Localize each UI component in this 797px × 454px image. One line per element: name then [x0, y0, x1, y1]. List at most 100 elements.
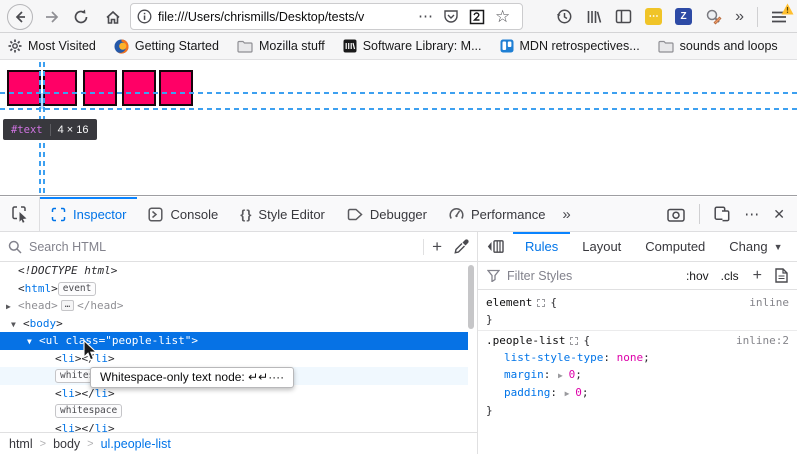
selector-highlighter-icon[interactable] — [570, 337, 578, 345]
bookmark-getting-started[interactable]: Getting Started — [114, 39, 219, 54]
tab-performance[interactable]: Performance — [438, 197, 556, 231]
sidebar-collapse-icon[interactable] — [478, 232, 513, 261]
close-devtools-icon[interactable]: ✕ — [773, 207, 785, 221]
property-value[interactable]: 0 — [575, 386, 582, 399]
breadcrumb[interactable]: html>body>ul.people-list — [0, 432, 477, 454]
nav-toolbar: file:///Users/chrismills/Desktop/tests/v… — [0, 0, 797, 33]
expand-value-icon[interactable]: ▶ — [565, 389, 575, 398]
markup-row[interactable]: ▶<head>…</head> — [0, 297, 468, 315]
markup-token: < — [23, 317, 30, 330]
bookmark-software-library[interactable]: Software Library: M... — [343, 39, 482, 53]
tab-computed[interactable]: Computed — [633, 232, 717, 261]
markup-scrollbar[interactable] — [468, 265, 474, 329]
sidebar-tabs: Rules Layout Computed Chang ▼ — [478, 232, 797, 262]
markup-view[interactable]: <!DOCTYPE html><html>event▶<head>…</head… — [0, 262, 477, 432]
zotero-icon[interactable]: Z — [675, 8, 692, 25]
page-viewport: #text 4 × 16 — [0, 60, 797, 195]
markup-token: > — [51, 282, 58, 295]
markup-row[interactable]: ▼<body> — [0, 315, 468, 333]
bookmarks-toolbar: Most Visited Getting Started Mozilla stu… — [0, 33, 797, 60]
style-editor-icon: { } — [240, 207, 251, 222]
sidebar-toggle-icon[interactable] — [615, 9, 632, 24]
expand-value-icon[interactable]: ▶ — [558, 371, 568, 380]
pseudo-class-button[interactable]: :hov — [686, 269, 709, 283]
rule-source-link[interactable]: inline — [749, 294, 789, 311]
tab-inspector[interactable]: Inspector — [40, 197, 137, 231]
markup-token: body — [30, 317, 57, 330]
url-text[interactable]: file:///Users/chrismills/Desktop/tests/v — [158, 10, 416, 24]
eyedropper-icon[interactable] — [454, 239, 469, 254]
css-rule[interactable]: .people-list { inline:2list-style-type: no… — [478, 330, 797, 421]
add-rule-button[interactable]: + — [753, 267, 762, 285]
page-actions-icon[interactable]: ⋯ — [418, 9, 433, 24]
search-html-bar[interactable]: Search HTML + — [0, 232, 477, 262]
tab-style-editor[interactable]: { } Style Editor — [229, 197, 336, 231]
reload-button[interactable] — [68, 4, 94, 30]
devtools-menu-icon[interactable]: ⋯ — [744, 207, 759, 222]
breadcrumb-item[interactable]: html — [9, 437, 33, 451]
markup-row[interactable]: <!DOCTYPE html> — [0, 262, 468, 280]
css-declaration[interactable]: margin: ▶ 0; — [486, 366, 789, 384]
markup-row-selected[interactable]: ▼<ul class="people-list"> — [0, 332, 468, 350]
url-bar[interactable]: file:///Users/chrismills/Desktop/tests/v… — [130, 3, 523, 30]
collapse-arrow-icon[interactable]: ▼ — [11, 316, 23, 334]
tab-rules[interactable]: Rules — [513, 232, 570, 261]
markup-token: ></ — [75, 387, 95, 400]
responsive-design-icon[interactable] — [714, 206, 730, 222]
tab-layout[interactable]: Layout — [570, 232, 633, 261]
search-edit-extension-icon[interactable] — [705, 8, 722, 25]
screenshot-extension-icon[interactable] — [469, 9, 485, 25]
breadcrumb-item[interactable]: body — [53, 437, 80, 451]
rules-view[interactable]: element{inline}.people-list{inline:2list… — [478, 290, 797, 454]
bookmark-mdn-retrospectives[interactable]: MDN retrospectives... — [500, 39, 640, 53]
bookmark-mozilla-stuff[interactable]: Mozilla stuff — [237, 39, 325, 53]
node-badge[interactable]: whitespace — [55, 404, 122, 418]
property-name[interactable]: padding — [504, 386, 550, 399]
tab-changes[interactable]: Chang — [717, 232, 779, 261]
tab-console[interactable]: Console — [137, 197, 229, 231]
toolbar-overflow-icon[interactable]: » — [735, 9, 744, 25]
class-toggle-button[interactable]: .cls — [721, 269, 739, 283]
expand-arrow-icon[interactable]: ▶ — [6, 298, 18, 316]
print-media-icon[interactable] — [775, 268, 788, 283]
bookmark-sounds-and-loops[interactable]: sounds and loops — [658, 39, 778, 53]
css-declaration[interactable]: padding: ▶ 0; — [486, 384, 789, 402]
pick-element-button[interactable] — [0, 197, 40, 231]
add-node-button[interactable]: + — [432, 237, 442, 257]
tab-debugger[interactable]: Debugger — [336, 197, 438, 231]
markup-row[interactable]: <li></li> — [0, 420, 468, 433]
breadcrumb-item[interactable]: ul.people-list — [101, 437, 171, 451]
property-value[interactable]: none — [617, 351, 644, 364]
selector-highlighter-icon[interactable] — [537, 299, 545, 307]
node-badge[interactable]: event — [58, 282, 97, 296]
bookmark-star-icon[interactable]: ☆ — [495, 8, 510, 25]
collapse-arrow-icon[interactable]: ▼ — [27, 333, 39, 351]
markup-row[interactable]: <html>event — [0, 280, 468, 298]
library-icon[interactable] — [586, 9, 602, 25]
property-name[interactable]: list-style-type — [504, 351, 603, 364]
rule-source-link[interactable]: inline:2 — [736, 332, 789, 349]
markup-row[interactable]: whitespace — [0, 402, 468, 420]
screenshot-icon[interactable] — [667, 207, 685, 222]
pocket-icon[interactable] — [443, 9, 459, 24]
devtools-toolbar: Inspector Console { } Style Editor Debug… — [0, 197, 797, 232]
forward-button[interactable] — [38, 4, 64, 30]
folder-icon — [237, 40, 253, 53]
tabs-overflow-icon[interactable]: » — [556, 197, 576, 231]
css-declaration[interactable]: list-style-type: none; — [486, 349, 789, 366]
list-item-box — [7, 70, 41, 106]
menu-icon[interactable] — [771, 10, 787, 24]
back-button[interactable] — [7, 4, 33, 30]
home-button[interactable] — [100, 4, 126, 30]
markup-row[interactable]: <li></li> — [0, 350, 468, 368]
rule-selector[interactable]: .people-list — [486, 332, 565, 349]
bookmark-most-visited[interactable]: Most Visited — [8, 39, 96, 53]
css-rule[interactable]: element{inline} — [478, 293, 797, 330]
rule-open-brace: { — [583, 332, 590, 349]
rule-selector[interactable]: element — [486, 294, 532, 311]
site-info-icon[interactable] — [137, 9, 152, 24]
extension-dots-icon[interactable]: ⋯ — [645, 8, 662, 25]
history-icon[interactable] — [556, 8, 573, 25]
filter-styles-bar[interactable]: Filter Styles :hov .cls + — [478, 262, 797, 290]
property-name[interactable]: margin — [504, 368, 544, 381]
